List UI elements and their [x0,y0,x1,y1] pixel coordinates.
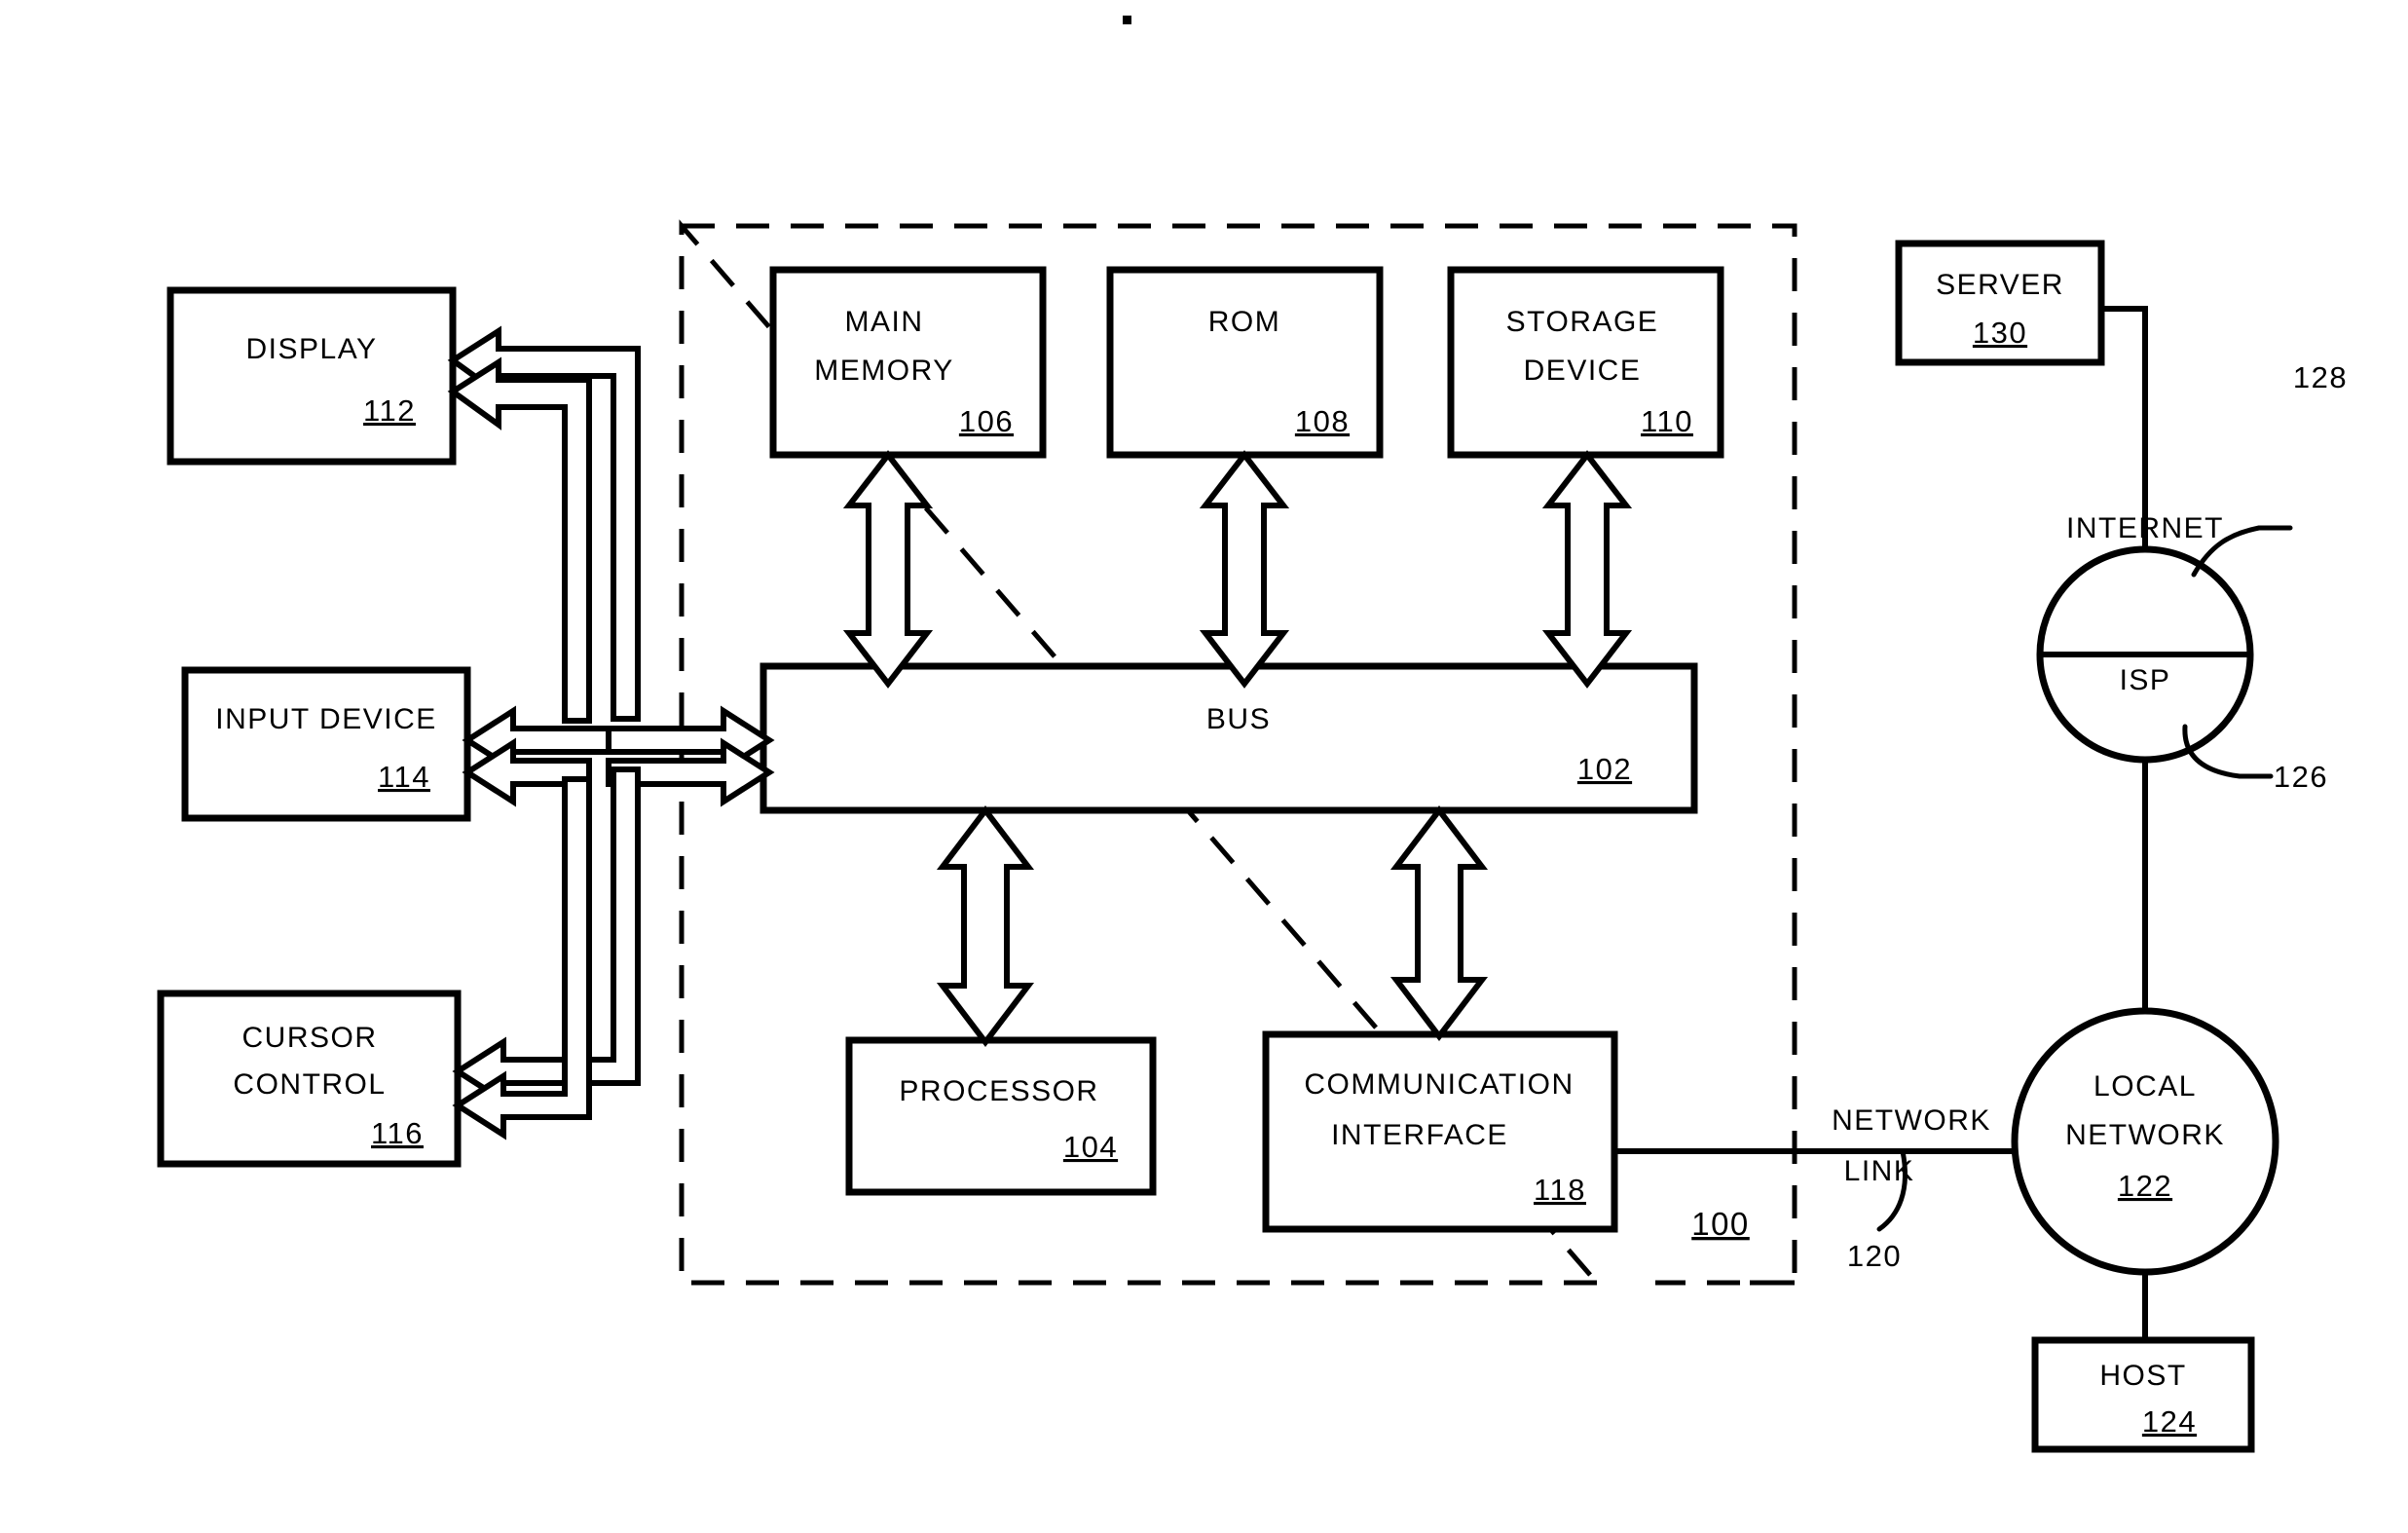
processor-reference: 104 [1063,1130,1118,1164]
network-link-label-line1: NETWORK [1832,1104,1991,1137]
storage-device-reference: 110 [1641,404,1693,438]
cursor-control-label-line1: CURSOR [241,1022,377,1054]
display-label: DISPLAY [246,333,378,365]
figure-canvas: DISPLAY 112 INPUT DEVICE 114 CURSOR CONT… [0,0,2408,1533]
main-memory-reference: 106 [959,404,1014,438]
input-device-reference: 114 [378,760,430,794]
communication-interface-label-line2: INTERFACE [1331,1119,1508,1151]
reference-126: 126 [2274,760,2328,794]
input-device-label: INPUT DEVICE [215,703,437,735]
rom-label: ROM [1208,306,1281,338]
server-label: SERVER [1936,269,2064,301]
isp-label: ISP [2120,664,2171,696]
bus-label: BUS [1206,703,1271,735]
input-device-box [181,666,471,822]
storage-device-bus-arrow [1541,450,1633,689]
bus-to-display-arrow-lower [447,356,592,724]
scan-speck [1123,16,1131,24]
local-network-label-line1: LOCAL [2093,1070,2197,1103]
bus-communication-interface-arrow [1389,805,1489,1041]
communication-interface-reference: 118 [1534,1173,1586,1207]
host-label: HOST [2099,1360,2186,1392]
network-link-label-line2: LINK [1844,1155,1915,1187]
host-reference: 124 [2142,1404,2197,1439]
local-network-reference: 122 [2118,1169,2172,1203]
storage-device-label-line1: STORAGE [1506,306,1659,338]
processor-label: PROCESSOR [899,1075,1098,1107]
main-memory-label-line2: MEMORY [814,355,953,387]
main-memory-label-line1: MAIN [845,306,924,338]
figure-svg: DISPLAY 112 INPUT DEVICE 114 CURSOR CONT… [157,16,2348,1453]
server-reference: 130 [1973,316,2027,350]
internet-label: INTERNET [2066,512,2224,544]
reference-128: 128 [2293,360,2348,394]
processor-box [845,1036,1157,1196]
bus-to-cursor-control-arrow-upper [452,766,641,1106]
communication-interface-label-line1: COMMUNICATION [1304,1068,1574,1101]
display-box [167,286,457,466]
bus-processor-arrow [936,805,1035,1047]
local-network-label-line2: NETWORK [2065,1119,2225,1151]
cursor-control-reference: 116 [371,1116,424,1150]
system-reference-100: 100 [1691,1206,1750,1242]
rom-reference: 108 [1295,404,1350,438]
bus-box [759,662,1698,814]
cursor-control-label-line2: CONTROL [233,1068,386,1101]
reference-120: 120 [1847,1239,1902,1273]
display-reference: 112 [363,393,416,428]
main-memory-bus-arrow [842,450,934,689]
bus-reference: 102 [1577,752,1632,786]
storage-device-label-line2: DEVICE [1524,355,1642,387]
rom-bus-arrow [1199,450,1290,689]
